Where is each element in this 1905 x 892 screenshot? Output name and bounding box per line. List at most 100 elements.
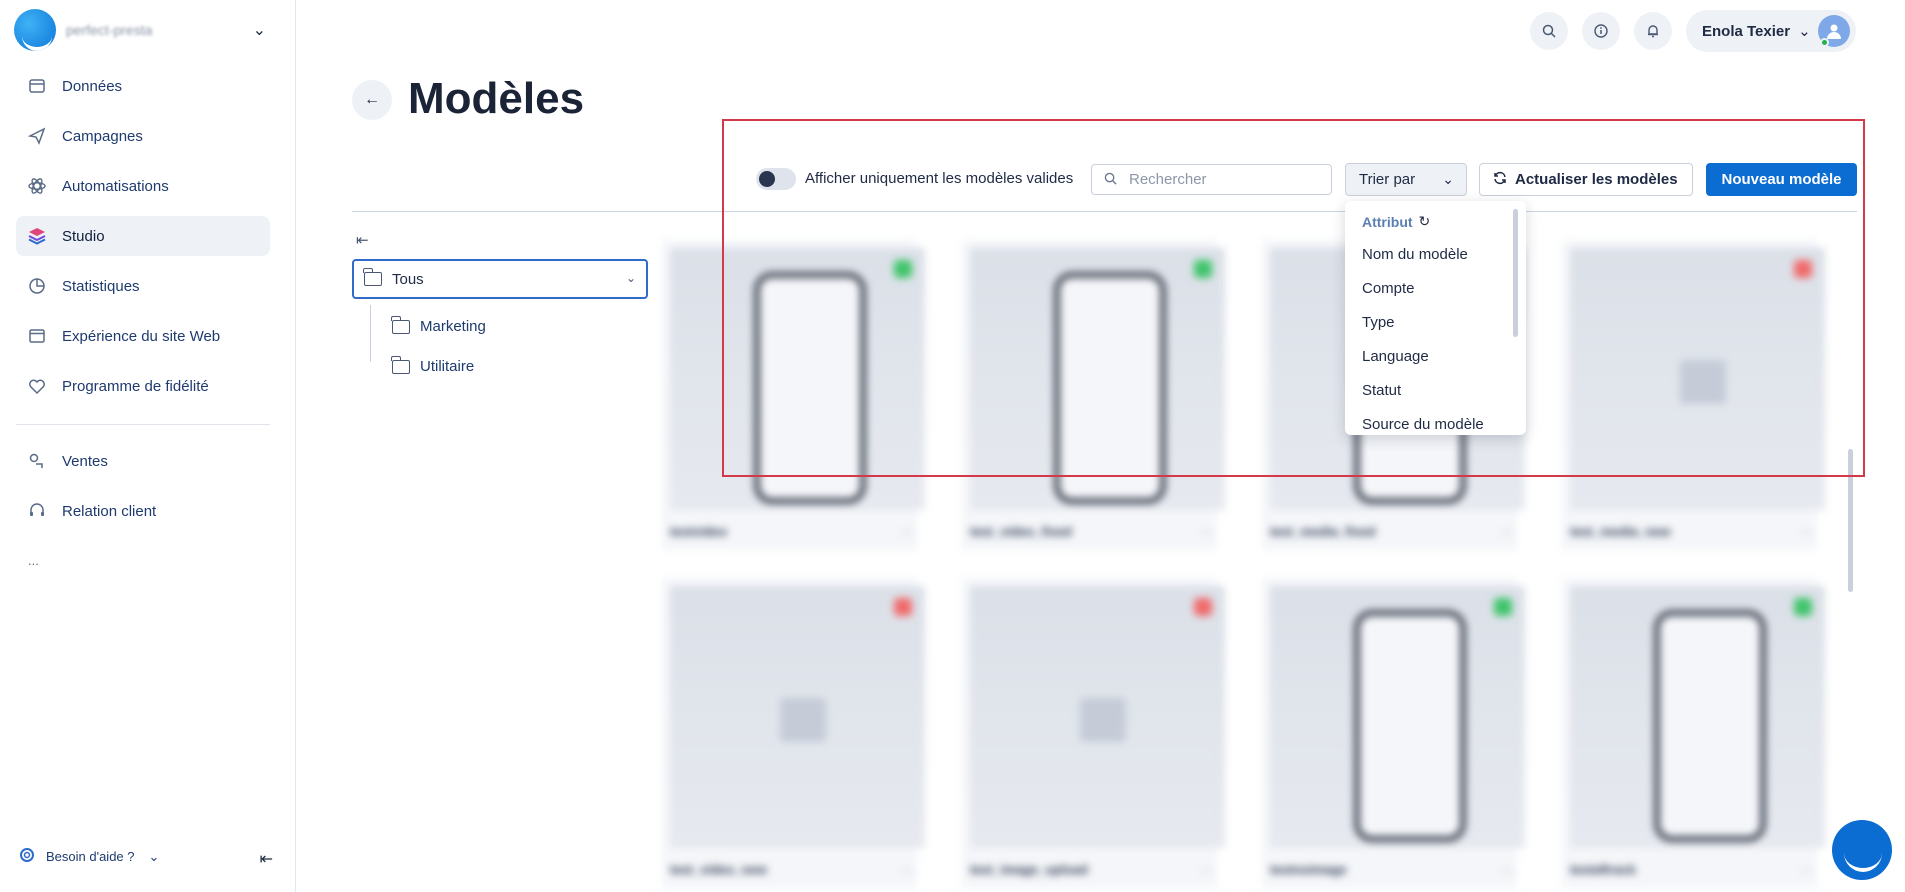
search-icon[interactable] — [1530, 12, 1568, 50]
more-options-icon[interactable]: ··· — [900, 524, 913, 539]
sort-option-type[interactable]: Type — [1362, 314, 1395, 331]
valid-only-label: Afficher uniquement les modèles valides — [805, 170, 1074, 187]
more-options-icon[interactable]: ··· — [1800, 862, 1813, 877]
sidebar-more-button[interactable]: ... — [16, 540, 56, 580]
folder-item-utilitaire[interactable]: Utilitaire — [391, 355, 474, 375]
avatar — [1818, 15, 1850, 47]
user-menu[interactable]: Enola Texier ⌄ — [1686, 10, 1856, 52]
collapse-sidebar-icon[interactable]: ⇤ — [260, 849, 273, 869]
folder-select[interactable]: Tous ⌄ — [352, 259, 648, 299]
status-badge — [1494, 598, 1512, 616]
reset-sort-icon[interactable]: ↻ — [1419, 213, 1431, 230]
template-card[interactable]: test_video_new ··· — [662, 578, 925, 888]
search-icon — [1104, 172, 1117, 188]
sort-option-compte[interactable]: Compte — [1362, 280, 1415, 297]
sidebar-item-label: Expérience du site Web — [62, 327, 221, 345]
phone-preview — [1354, 610, 1466, 842]
back-arrow-icon[interactable]: ← — [352, 80, 392, 120]
bell-icon[interactable] — [1634, 12, 1672, 50]
more-label: ... — [28, 552, 39, 568]
template-card[interactable]: testnoimage ··· — [1262, 578, 1525, 888]
image-placeholder-icon — [1080, 698, 1126, 742]
sidebar-divider — [16, 424, 270, 425]
valid-only-toggle[interactable] — [756, 168, 796, 190]
new-template-button[interactable]: Nouveau modèle — [1706, 163, 1857, 196]
template-name: testaftrack — [1570, 862, 1636, 877]
folder-icon — [391, 355, 410, 374]
info-icon[interactable] — [1582, 12, 1620, 50]
sidebar-item-statistiques[interactable]: Statistiques — [16, 266, 270, 306]
heart-tag-icon — [26, 375, 48, 397]
more-options-icon[interactable]: ··· — [1500, 524, 1513, 539]
refresh-icon — [1493, 171, 1507, 189]
template-card[interactable]: test_image_upload ··· — [962, 578, 1225, 888]
dropdown-scrollbar[interactable] — [1513, 209, 1518, 337]
status-badge — [1794, 598, 1812, 616]
template-card[interactable]: testaftrack ··· — [1562, 578, 1825, 888]
help-menu[interactable]: Besoin d'aide ? ⌄ — [20, 848, 159, 865]
template-thumbnail — [670, 248, 925, 510]
more-options-icon[interactable]: ··· — [1500, 862, 1513, 877]
folder-item-marketing[interactable]: Marketing — [391, 315, 486, 335]
toolbar-divider — [352, 211, 1857, 212]
sort-option-language[interactable]: Language — [1362, 348, 1429, 365]
sidebar-item-donnees[interactable]: Données — [16, 66, 270, 106]
sidebar-item-label: Programme de fidélité — [62, 377, 209, 395]
more-options-icon[interactable]: ··· — [1800, 524, 1813, 539]
phone-preview — [754, 272, 866, 504]
sort-option-source-du-modele[interactable]: Source du modèle — [1362, 416, 1484, 433]
database-icon — [26, 75, 48, 97]
sidebar-item-ventes[interactable]: Ventes — [16, 441, 270, 481]
sidebar-item-programme-fidelite[interactable]: Programme de fidélité — [16, 366, 270, 406]
status-badge — [1194, 260, 1212, 278]
template-thumbnail — [1570, 248, 1825, 510]
sidebar-item-label: Statistiques — [62, 277, 140, 295]
sales-icon — [26, 450, 48, 472]
page-title: Modèles — [408, 74, 585, 123]
template-name: test_video_new — [670, 862, 767, 877]
sort-dropdown-button[interactable]: Trier par ⌄ — [1345, 163, 1467, 196]
template-card[interactable]: test_video_fixed ··· — [962, 240, 1225, 550]
tree-line — [370, 305, 371, 362]
folder-icon — [391, 315, 410, 334]
sidebar-item-automatisations[interactable]: Automatisations — [16, 166, 270, 206]
browser-window-icon — [26, 325, 48, 347]
search-input[interactable] — [1129, 171, 1319, 188]
template-name: testnoimage — [1270, 862, 1347, 877]
refresh-templates-button[interactable]: Actualiser les modèles — [1479, 163, 1693, 196]
status-badge — [894, 260, 912, 278]
template-card[interactable]: test_media_new ··· — [1562, 240, 1825, 550]
sort-option-statut[interactable]: Statut — [1362, 382, 1401, 399]
sidebar-item-relation-client[interactable]: Relation client — [16, 491, 270, 531]
toggle-knob — [759, 171, 775, 187]
status-badge — [1194, 598, 1212, 616]
template-thumbnail — [970, 248, 1225, 510]
account-switcher[interactable]: perfect-presta ⌄ — [14, 8, 276, 52]
sidebar-item-campagnes[interactable]: Campagnes — [16, 116, 270, 156]
folder-item-label: Marketing — [420, 318, 486, 335]
status-badge — [1794, 260, 1812, 278]
sidebar-item-studio[interactable]: Studio — [16, 216, 270, 256]
more-options-icon[interactable]: ··· — [1200, 524, 1213, 539]
chevron-down-icon[interactable]: ⌄ — [253, 20, 266, 40]
help-icon — [20, 848, 34, 865]
more-options-icon[interactable]: ··· — [900, 862, 913, 877]
sort-header-label: Attribut — [1362, 213, 1413, 230]
search-field[interactable] — [1091, 164, 1332, 195]
sidebar-item-label: Données — [62, 77, 123, 95]
sort-option-nom-du-modele[interactable]: Nom du modèle — [1362, 246, 1468, 263]
more-options-icon[interactable]: ··· — [1200, 862, 1213, 877]
status-badge — [894, 598, 912, 616]
template-card[interactable]: testvideo ··· — [662, 240, 925, 550]
folder-icon — [363, 268, 382, 286]
sidebar-item-experience-site-web[interactable]: Expérience du site Web — [16, 316, 270, 356]
chat-widget-button[interactable] — [1832, 820, 1892, 880]
chevron-down-icon: ⌄ — [1442, 171, 1454, 187]
phone-preview — [1654, 610, 1766, 842]
content-scrollbar[interactable] — [1848, 449, 1853, 592]
chevron-down-icon: ⌄ — [625, 271, 636, 285]
template-grid: testvideo ··· test_video_fixed ··· test_medi… — [662, 240, 1842, 892]
refresh-label: Actualiser les modèles — [1515, 171, 1678, 188]
account-name: perfect-presta — [66, 22, 153, 38]
collapse-tree-icon[interactable]: ⇤ — [356, 231, 369, 249]
